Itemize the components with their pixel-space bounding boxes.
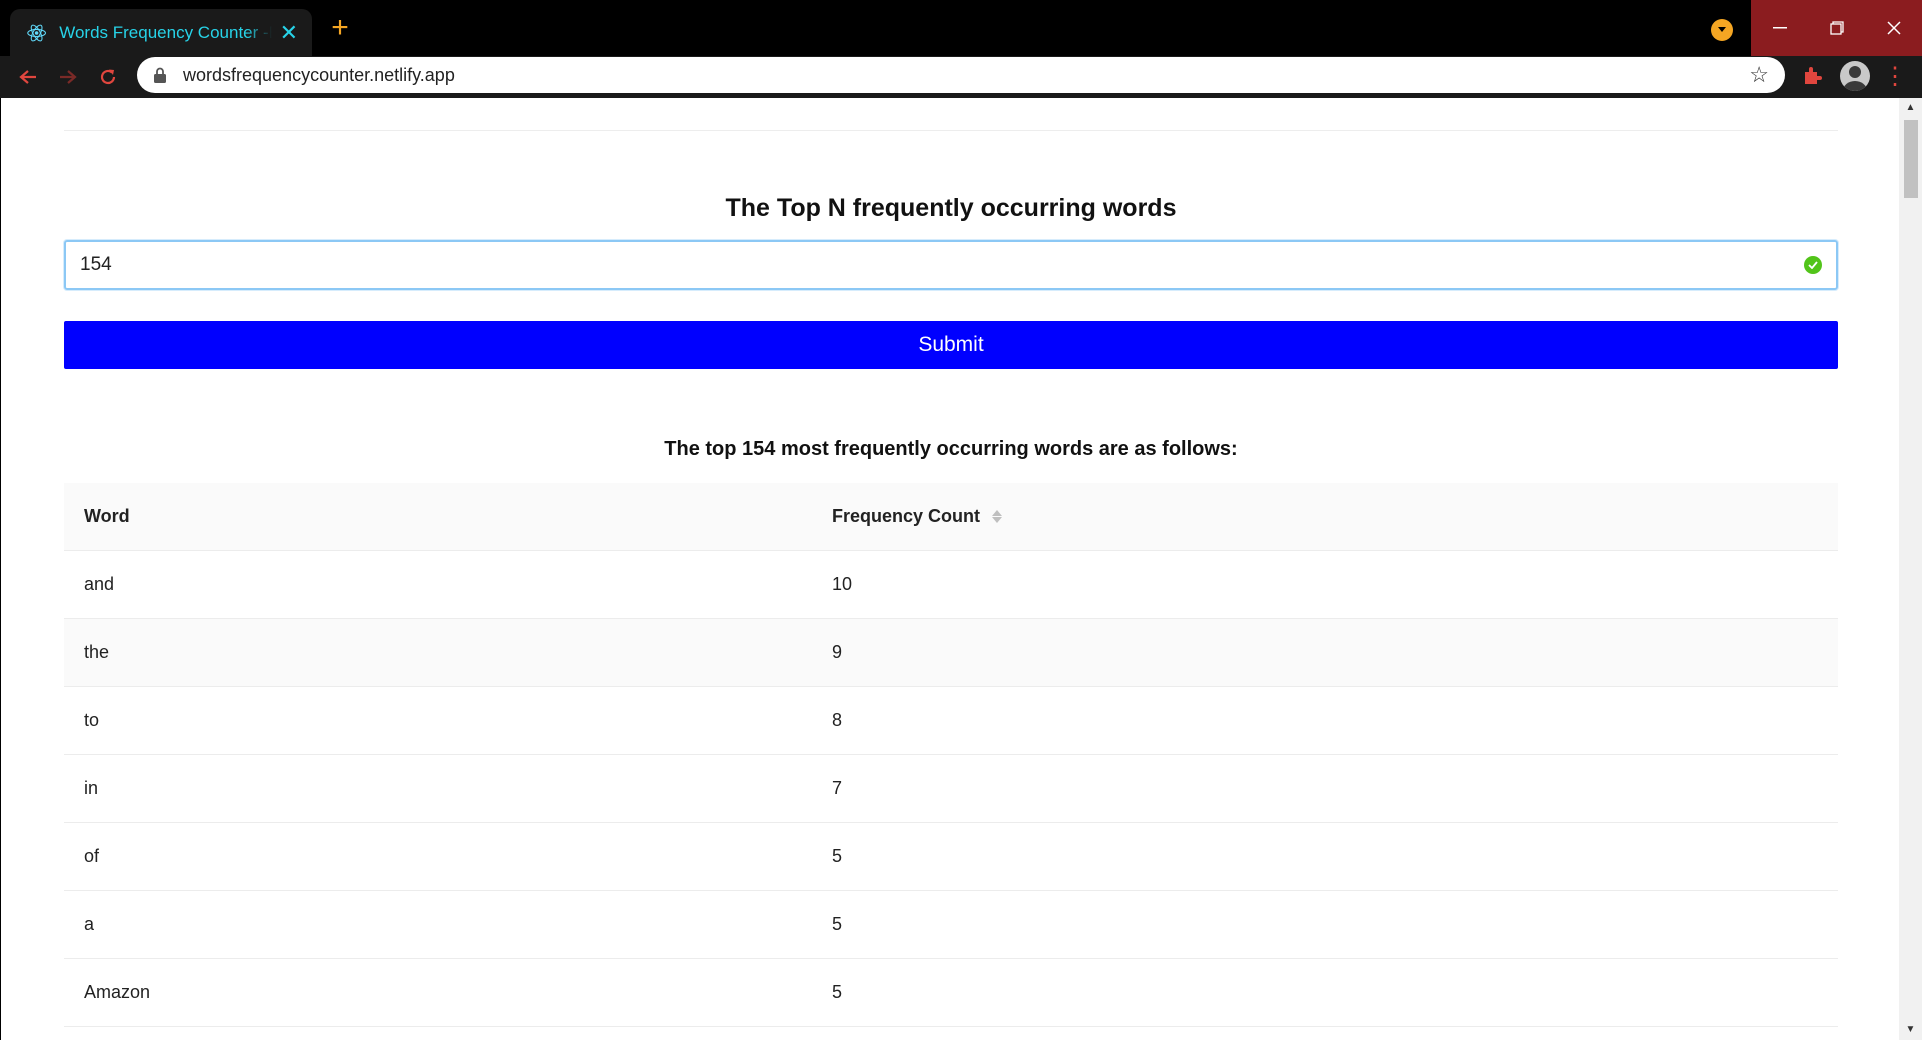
word-cell: and bbox=[84, 574, 115, 594]
forward-icon[interactable] bbox=[49, 56, 87, 98]
bookmark-star-icon[interactable]: ☆ bbox=[1749, 62, 1769, 88]
word-cell: Amazon bbox=[84, 982, 151, 1002]
table-row: and 10 bbox=[64, 551, 1838, 619]
lock-icon bbox=[154, 67, 166, 83]
browser-tab[interactable]: Words Frequency Counter -Badal ✕ bbox=[10, 9, 312, 56]
count-cell: 5 bbox=[832, 846, 843, 866]
new-tab-icon[interactable]: + bbox=[325, 13, 355, 44]
table-row: Amazon 5 bbox=[64, 959, 1838, 1027]
window-controls bbox=[1751, 0, 1922, 56]
page-scrollbar[interactable]: ▲ ▼ bbox=[1899, 98, 1922, 1040]
column-header-word: Word bbox=[84, 506, 130, 526]
url-text: wordsfrequencycounter.netlify.app bbox=[183, 64, 455, 85]
word-cell: of bbox=[84, 846, 100, 866]
word-cell: to bbox=[84, 710, 100, 730]
browser-titlebar: Words Frequency Counter -Badal ✕ + bbox=[0, 0, 1922, 56]
tab-title: Words Frequency Counter -Badal bbox=[59, 22, 271, 42]
sort-icon[interactable] bbox=[992, 510, 1003, 523]
minimize-icon[interactable] bbox=[1751, 0, 1808, 56]
browser-toolbar: wordsfrequencycounter.netlify.app ☆ ⋮ bbox=[0, 56, 1922, 98]
table-header: Word Frequency Count bbox=[64, 483, 1838, 551]
column-header-frequency[interactable]: Frequency Count bbox=[812, 506, 1838, 527]
table-row: the 9 bbox=[64, 619, 1838, 687]
avatar[interactable] bbox=[1840, 61, 1870, 91]
count-cell: 5 bbox=[832, 982, 843, 1002]
close-window-icon[interactable] bbox=[1865, 0, 1922, 56]
page-title: The Top N frequently occurring words bbox=[725, 194, 1177, 222]
scroll-up-icon[interactable]: ▲ bbox=[1899, 98, 1922, 118]
count-cell: 8 bbox=[832, 710, 843, 730]
table-row: in 7 bbox=[64, 755, 1838, 823]
word-cell: the bbox=[84, 642, 110, 662]
check-circle-icon bbox=[1804, 256, 1822, 274]
page-viewport: The Top N frequently occurring words Sub… bbox=[1, 98, 1899, 1040]
result-heading: The top 154 most frequently occurring wo… bbox=[664, 438, 1238, 460]
column-header-frequency-label: Frequency Count bbox=[832, 506, 981, 526]
restore-icon[interactable] bbox=[1808, 0, 1865, 56]
reload-icon[interactable] bbox=[89, 56, 127, 98]
count-cell: 10 bbox=[832, 574, 853, 594]
extensions-icon[interactable] bbox=[1801, 64, 1825, 88]
top-n-input-wrapper bbox=[64, 240, 1838, 290]
scroll-down-icon[interactable]: ▼ bbox=[1899, 1020, 1922, 1040]
table-row: of 5 bbox=[64, 823, 1838, 891]
back-icon[interactable] bbox=[9, 56, 47, 98]
browser-menu-icon[interactable]: ⋮ bbox=[1883, 62, 1907, 92]
profile-menu-icon[interactable] bbox=[1711, 19, 1733, 41]
submit-button[interactable]: Submit bbox=[64, 321, 1838, 369]
word-cell: in bbox=[84, 778, 99, 798]
scroll-thumb[interactable] bbox=[1904, 120, 1918, 198]
top-n-input[interactable] bbox=[80, 254, 1804, 276]
count-cell: 5 bbox=[832, 914, 843, 934]
table-row: to 8 bbox=[64, 687, 1838, 755]
tab-close-icon[interactable]: ✕ bbox=[280, 21, 298, 44]
divider bbox=[64, 130, 1838, 131]
frequency-table: Word Frequency Count and 10 the 9 to 8 i… bbox=[64, 483, 1838, 1027]
table-row: a 5 bbox=[64, 891, 1838, 959]
react-icon bbox=[27, 24, 46, 41]
address-bar[interactable]: wordsfrequencycounter.netlify.app ☆ bbox=[137, 57, 1785, 93]
word-cell: a bbox=[84, 914, 95, 934]
count-cell: 7 bbox=[832, 778, 843, 798]
count-cell: 9 bbox=[832, 642, 843, 662]
